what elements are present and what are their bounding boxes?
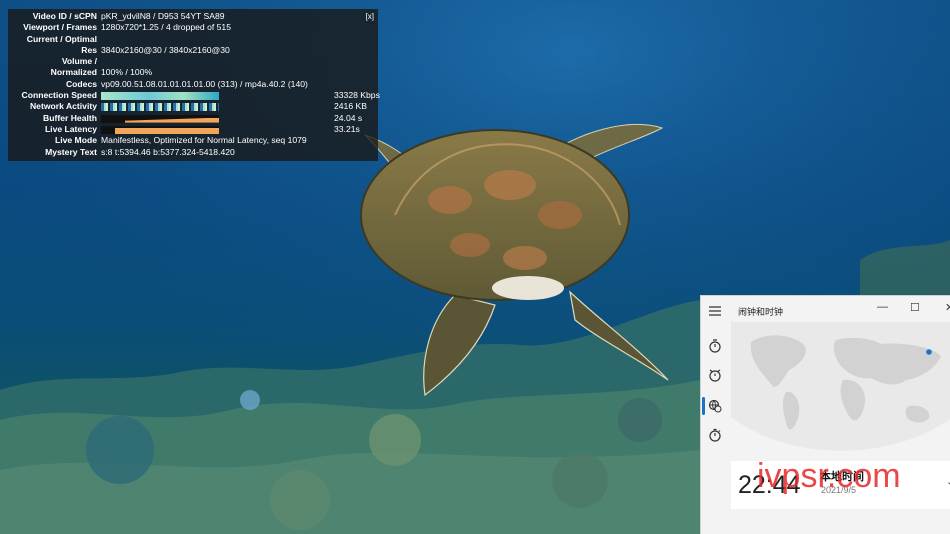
minimize-button[interactable]: — — [877, 301, 888, 313]
stats-row-res: Res 3840x2160@30 / 3840x2160@30 — [12, 45, 372, 56]
stats-key: Mystery Text — [45, 146, 97, 157]
stopwatch-icon[interactable] — [708, 428, 722, 442]
location-pin-icon — [926, 349, 932, 355]
world-map[interactable] — [731, 322, 950, 455]
stats-row-live-latency: Live Latency 33.21s — [12, 124, 372, 135]
stats-value: 24.04 s — [334, 112, 363, 123]
stats-key: Connection Speed — [21, 90, 97, 101]
stats-key: Live Mode — [54, 135, 97, 146]
stats-row-network-activity: Network Activity 2416 KB — [12, 101, 372, 112]
stats-value: vp09.00.51.08.01.01.01.01.00 (313) / mp4… — [101, 78, 308, 89]
stats-row-current-optimal: Current / Optimal — [12, 34, 372, 45]
maximize-button[interactable]: ☐ — [910, 301, 920, 314]
stats-value: s:8 t:5394.46 b:5377.324-5418.420 — [101, 146, 235, 157]
close-stats-button[interactable]: [x] — [366, 11, 374, 22]
stats-row-codecs: Codecs vp09.00.51.08.01.01.01.01.00 (313… — [12, 79, 372, 90]
stats-key: Current / Optimal — [26, 33, 97, 44]
stats-value: 33328 Kbps — [334, 90, 380, 101]
stats-key: Network Activity — [29, 101, 97, 112]
alarm-icon[interactable] — [708, 368, 722, 382]
stats-key: Viewport / Frames — [23, 22, 97, 33]
stats-row-connection-speed: Connection Speed 33328 Kbps — [12, 90, 380, 101]
stats-row-volume: Volume / — [12, 56, 372, 67]
stats-row-normalized: Normalized 100% / 100% — [12, 67, 372, 78]
world-clock-icon[interactable] — [708, 399, 722, 413]
stats-value: 33.21s — [334, 123, 360, 134]
watermark: ivpsr.com — [757, 457, 901, 495]
nav-rail — [701, 296, 729, 534]
live-latency-graph — [101, 125, 220, 134]
stats-key: Live Latency — [44, 123, 97, 134]
buffer-health-graph — [101, 114, 219, 123]
close-window-button[interactable]: ✕ — [945, 301, 950, 314]
chevron-down-icon[interactable]: ⌄ — [946, 475, 950, 488]
stats-value: 100% / 100% — [101, 67, 153, 78]
stats-key: Normalized — [50, 67, 97, 78]
timer-icon[interactable] — [708, 339, 722, 353]
stats-row-video-id: Video ID / sCPN pKR_ydvilN8 / D953 54YT … — [12, 11, 372, 22]
stats-value: 1280x720*1.25 / 4 dropped of 515 — [101, 22, 231, 33]
stats-value: 3840x2160@30 / 3840x2160@30 — [101, 44, 230, 55]
stats-value: 2416 KB — [334, 101, 367, 112]
stats-for-nerds-panel: [x] Video ID / sCPN pKR_ydvilN8 / D953 5… — [8, 9, 380, 161]
stats-key: Res — [81, 44, 97, 55]
hamburger-icon[interactable] — [708, 304, 722, 318]
stats-key: Codecs — [65, 78, 97, 89]
window-title: 闹钟和时钟 — [738, 307, 784, 317]
stats-key: Video ID / sCPN — [32, 11, 97, 21]
stats-row-live-mode: Live Mode Manifestless, Optimized for No… — [12, 135, 372, 146]
stats-row-viewport: Viewport / Frames 1280x720*1.25 / 4 drop… — [12, 22, 372, 33]
title-bar[interactable]: 闹钟和时钟 — ☐ ✕ — [701, 296, 950, 324]
connection-speed-graph — [101, 92, 219, 101]
alarms-clock-window[interactable]: 闹钟和时钟 — ☐ ✕ 22:44 本地时间 2021/9/5 — [700, 295, 950, 534]
stats-key: Volume / — [61, 56, 97, 67]
network-activity-graph — [101, 103, 219, 112]
selected-nav-indicator — [702, 397, 705, 415]
stats-row-mystery-text: Mystery Text s:8 t:5394.46 b:5377.324-54… — [12, 147, 372, 158]
stats-value: Manifestless, Optimized for Normal Laten… — [101, 135, 307, 146]
stats-key: Buffer Health — [43, 112, 97, 123]
world-map-graphic — [731, 335, 950, 455]
stats-row-buffer-health: Buffer Health 24.04 s — [12, 113, 372, 124]
stats-value: pKR_ydvilN8 / D953 54YT SA89 — [101, 11, 225, 21]
